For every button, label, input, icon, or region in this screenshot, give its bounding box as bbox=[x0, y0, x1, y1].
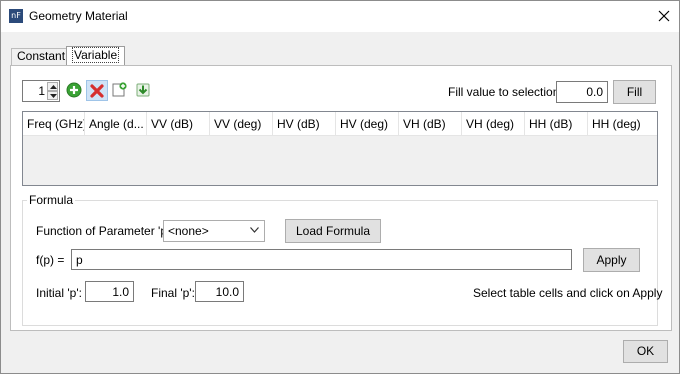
column-header-angle[interactable]: Angle (d... bbox=[85, 112, 147, 136]
app-icon: nF bbox=[9, 9, 23, 23]
window-title: Geometry Material bbox=[29, 9, 128, 23]
tab-variable-label: Variable bbox=[72, 47, 120, 63]
fill-value-input[interactable]: 0.0 bbox=[556, 81, 608, 103]
function-select[interactable]: <none> bbox=[163, 220, 265, 242]
final-p-label: Final 'p': bbox=[151, 286, 195, 300]
column-header-freq[interactable]: Freq (GHz) bbox=[23, 112, 85, 136]
arrow-down-icon bbox=[50, 94, 57, 98]
close-icon bbox=[658, 10, 670, 22]
arrow-up-icon bbox=[50, 85, 57, 89]
initial-p-input[interactable]: 1.0 bbox=[85, 281, 134, 302]
column-header-vh-deg[interactable]: VH (deg) bbox=[462, 112, 525, 136]
tab-constant-label: Constant bbox=[17, 49, 66, 63]
final-p-input[interactable]: 10.0 bbox=[195, 281, 244, 302]
column-header-hv-deg[interactable]: HV (deg) bbox=[336, 112, 399, 136]
variable-panel: 1 Fill value to selection: 0.0 Fill Freq… bbox=[10, 65, 672, 331]
spin-up-button[interactable] bbox=[47, 82, 58, 91]
ok-button[interactable]: OK bbox=[623, 340, 668, 363]
fill-button[interactable]: Fill bbox=[613, 80, 656, 104]
title-bar: nF Geometry Material bbox=[1, 1, 679, 32]
apply-hint-text: Select table cells and click on Apply bbox=[473, 286, 663, 300]
load-formula-button[interactable]: Load Formula bbox=[285, 219, 381, 243]
new-document-icon[interactable] bbox=[111, 82, 127, 98]
column-header-hh-deg[interactable]: HH (deg) bbox=[588, 112, 651, 136]
fill-value-label: Fill value to selection: bbox=[448, 85, 563, 99]
row-count-value: 1 bbox=[38, 84, 45, 98]
column-header-hv-db[interactable]: HV (dB) bbox=[273, 112, 336, 136]
add-row-icon[interactable] bbox=[66, 82, 82, 98]
column-header-vv-db[interactable]: VV (dB) bbox=[147, 112, 210, 136]
fp-label: f(p) = bbox=[36, 253, 65, 267]
table-header: Freq (GHz) Angle (d... VV (dB) VV (deg) … bbox=[23, 112, 657, 136]
formula-group-title: Formula bbox=[27, 193, 76, 207]
fp-input[interactable]: p bbox=[71, 249, 572, 270]
tab-constant[interactable]: Constant bbox=[11, 48, 72, 65]
apply-button[interactable]: Apply bbox=[583, 248, 640, 272]
delete-row-icon[interactable] bbox=[89, 83, 105, 99]
chevron-down-icon bbox=[250, 227, 259, 233]
initial-p-label: Initial 'p': bbox=[36, 286, 82, 300]
dialog-window: nF Geometry Material Constant Variable 1 bbox=[0, 0, 680, 374]
tab-variable[interactable]: Variable bbox=[66, 46, 126, 65]
column-header-vv-deg[interactable]: VV (deg) bbox=[210, 112, 273, 136]
data-table[interactable]: Freq (GHz) Angle (d... VV (dB) VV (deg) … bbox=[22, 111, 658, 186]
spin-down-button[interactable] bbox=[47, 91, 58, 100]
row-count-spinner[interactable]: 1 bbox=[22, 80, 60, 102]
function-parameter-label: Function of Parameter 'p': bbox=[36, 224, 173, 238]
column-header-hh-db[interactable]: HH (dB) bbox=[525, 112, 588, 136]
close-button[interactable] bbox=[649, 3, 679, 30]
column-header-vh-db[interactable]: VH (dB) bbox=[399, 112, 462, 136]
download-icon[interactable] bbox=[135, 82, 151, 98]
function-select-value: <none> bbox=[168, 224, 209, 238]
